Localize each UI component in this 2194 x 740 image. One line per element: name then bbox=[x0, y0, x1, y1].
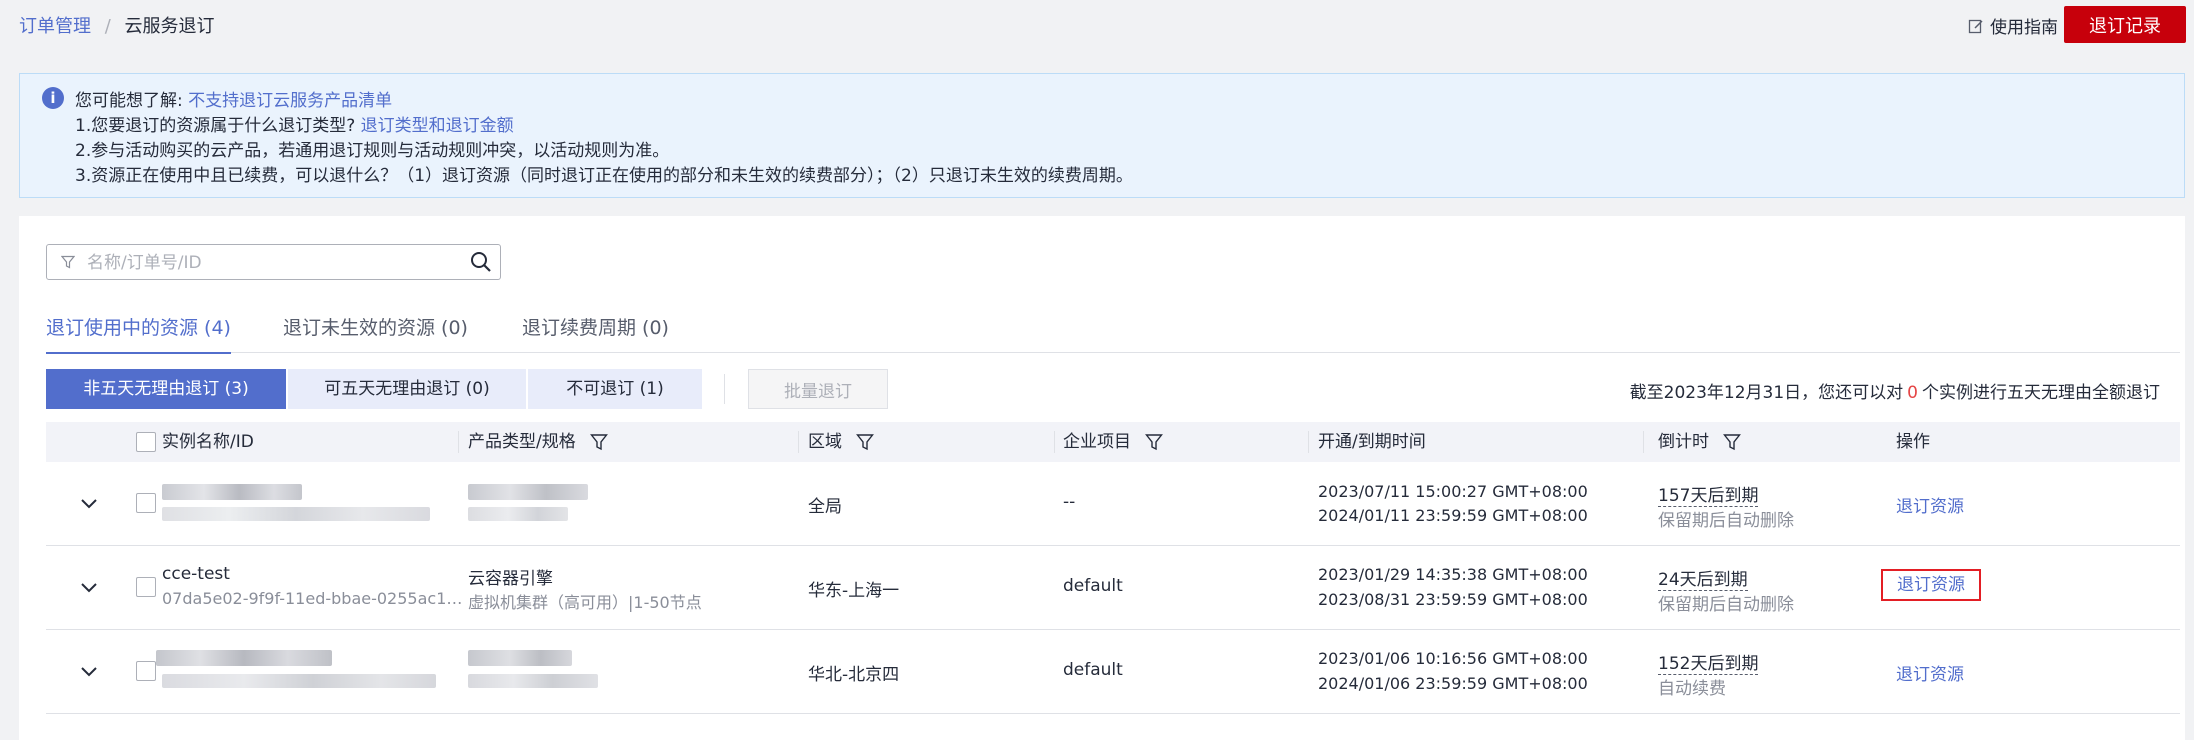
tab-renewal-periods[interactable]: 退订续费周期 (0) bbox=[522, 308, 669, 352]
table-header: 实例名称/ID 产品类型/规格 区域 企业项目 开通/到期时间 倒计时 操作 bbox=[46, 422, 2180, 462]
col-enterprise-project: 企业项目 bbox=[1063, 422, 1163, 462]
chevron-down-icon[interactable] bbox=[79, 661, 99, 681]
countdown-note: 保留期后自动删除 bbox=[1658, 511, 1794, 531]
breadcrumb-order-management[interactable]: 订单管理 bbox=[19, 16, 91, 37]
col-region: 区域 bbox=[808, 422, 874, 462]
filter-icon[interactable] bbox=[856, 433, 874, 451]
start-time: 2023/01/29 14:35:38 GMT+08:00 bbox=[1318, 565, 1588, 584]
info-banner: i 您可能想了解: 不支持退订云服务产品清单 1.您要退订的资源属于什么退订类型… bbox=[19, 73, 2185, 198]
region: 全局 bbox=[808, 497, 842, 517]
blurred-product-spec bbox=[468, 674, 598, 688]
header-separator bbox=[1054, 431, 1055, 453]
unsupported-products-link[interactable]: 不支持退订云服务产品清单 bbox=[188, 91, 392, 111]
header-separator bbox=[458, 431, 459, 453]
unsubscribe-records-button[interactable]: 退订记录 bbox=[2064, 6, 2186, 43]
blurred-product-type bbox=[468, 650, 572, 666]
breadcrumb-current: 云服务退订 bbox=[124, 16, 215, 37]
col-actions: 操作 bbox=[1896, 432, 1930, 452]
segment-non-five-day[interactable]: 非五天无理由退订 (3) bbox=[46, 369, 286, 409]
breadcrumb-separator: / bbox=[104, 16, 111, 37]
end-time: 2023/08/31 23:59:59 GMT+08:00 bbox=[1318, 590, 1588, 609]
main-card: 退订使用中的资源 (4) 退订未生效的资源 (0) 退订续费周期 (0) 非五天… bbox=[19, 216, 2185, 740]
select-all-checkbox[interactable] bbox=[136, 432, 156, 452]
row-checkbox[interactable] bbox=[136, 661, 156, 681]
enterprise-project: -- bbox=[1063, 492, 1076, 512]
search-input[interactable] bbox=[85, 249, 459, 277]
chevron-down-icon[interactable] bbox=[79, 493, 99, 513]
enterprise-project: default bbox=[1063, 660, 1123, 680]
unsubscribe-resource-link[interactable]: 退订资源 bbox=[1896, 492, 1964, 517]
chevron-down-icon[interactable] bbox=[79, 577, 99, 597]
countdown-note: 自动续费 bbox=[1658, 679, 1726, 699]
blurred-instance-id bbox=[162, 674, 436, 688]
unsubscribe-types-link[interactable]: 退订类型和退订金额 bbox=[361, 116, 514, 136]
notice-suffix: 个实例进行五天无理由全额退订 bbox=[1922, 383, 2160, 403]
countdown-note: 保留期后自动删除 bbox=[1658, 595, 1794, 615]
col-instance: 实例名称/ID bbox=[162, 432, 254, 452]
instance-name: cce-test bbox=[162, 564, 230, 584]
end-time: 2024/01/11 23:59:59 GMT+08:00 bbox=[1318, 506, 1588, 525]
product-type: 云容器引擎 bbox=[468, 569, 553, 589]
notice-prefix: 截至2023年12月31日，您还可以对 bbox=[1629, 383, 1904, 403]
countdown: 152天后到期 bbox=[1658, 654, 1759, 675]
usage-guide-link[interactable]: 使用指南 bbox=[1968, 13, 2058, 38]
col-product: 产品类型/规格 bbox=[468, 422, 608, 462]
region: 华东-上海一 bbox=[808, 581, 900, 601]
col-countdown: 倒计时 bbox=[1658, 422, 1741, 462]
table-row: cce-test 07da5e02-9f9f-11ed-bbae-0255ac1… bbox=[46, 546, 2180, 630]
banner-line-2: 2.参与活动购买的云产品，若通用退订规则与活动规则冲突，以活动规则为准。 bbox=[75, 141, 670, 161]
filter-icon[interactable] bbox=[589, 433, 608, 451]
blurred-instance-name bbox=[162, 484, 302, 500]
start-time: 2023/07/11 15:00:27 GMT+08:00 bbox=[1318, 482, 1588, 501]
blurred-product-type bbox=[468, 484, 588, 500]
info-icon: i bbox=[42, 87, 64, 109]
banner-line-3: 3.资源正在使用中且已续费，可以退什么？（1）退订资源（同时退订正在使用的部分和… bbox=[75, 166, 1133, 186]
countdown: 157天后到期 bbox=[1658, 486, 1759, 507]
region: 华北-北京四 bbox=[808, 665, 900, 685]
segment-five-day[interactable]: 可五天无理由退订 (0) bbox=[288, 369, 526, 409]
breadcrumb: 订单管理 / 云服务退订 bbox=[19, 12, 215, 38]
search-icon[interactable] bbox=[470, 251, 492, 273]
notice-count: 0 bbox=[1907, 383, 1918, 403]
top-bar: 订单管理 / 云服务退订 使用指南 退订记录 bbox=[0, 0, 2194, 50]
segment-divider bbox=[724, 374, 725, 404]
resource-tabs: 退订使用中的资源 (4) 退订未生效的资源 (0) 退订续费周期 (0) bbox=[46, 308, 2180, 354]
unsubscribe-resource-link[interactable]: 退订资源 bbox=[1896, 660, 1964, 685]
filter-icon[interactable] bbox=[1723, 433, 1741, 451]
unsubscribe-resource-link[interactable]: 退订资源 bbox=[1881, 569, 1981, 601]
segment-non-refundable[interactable]: 不可退订 (1) bbox=[528, 369, 702, 409]
enterprise-project: default bbox=[1063, 576, 1123, 596]
product-spec: 虚拟机集群（高可用）|1-50节点 bbox=[468, 593, 702, 612]
countdown: 24天后到期 bbox=[1658, 570, 1748, 591]
table-row: 华北-北京四 default 2023/01/06 10:16:56 GMT+0… bbox=[46, 630, 2180, 714]
start-time: 2023/01/06 10:16:56 GMT+08:00 bbox=[1318, 649, 1588, 668]
row-checkbox[interactable] bbox=[136, 577, 156, 597]
banner-intro-text: 您可能想了解: bbox=[75, 91, 183, 111]
blurred-instance-name bbox=[156, 650, 332, 666]
tab-inactive-resources[interactable]: 退订未生效的资源 (0) bbox=[283, 308, 468, 352]
instance-id: 07da5e02-9f9f-11ed-bbae-0255ac1… bbox=[162, 589, 463, 608]
banner-line-1-text: 1.您要退订的资源属于什么退订类型? bbox=[75, 116, 356, 136]
blurred-product-spec bbox=[468, 507, 568, 521]
end-time: 2024/01/06 23:59:59 GMT+08:00 bbox=[1318, 674, 1588, 693]
blurred-instance-id bbox=[162, 507, 430, 521]
tab-in-use-resources[interactable]: 退订使用中的资源 (4) bbox=[46, 308, 231, 354]
usage-guide-label: 使用指南 bbox=[1990, 18, 2058, 38]
edit-doc-icon bbox=[1968, 19, 1983, 33]
header-separator bbox=[1643, 431, 1644, 453]
banner-line-1: 1.您要退订的资源属于什么退订类型? 退订类型和退订金额 bbox=[75, 111, 514, 136]
five-day-notice: 截至2023年12月31日，您还可以对 0 个实例进行五天无理由全额退订 bbox=[1630, 378, 2160, 403]
row-checkbox[interactable] bbox=[136, 493, 156, 513]
table-row: 全局 -- 2023/07/11 15:00:27 GMT+08:00 2024… bbox=[46, 462, 2180, 546]
filter-icon bbox=[61, 255, 75, 269]
banner-intro: 您可能想了解: 不支持退订云服务产品清单 bbox=[75, 86, 392, 111]
search-box bbox=[46, 244, 501, 280]
col-start-end-time: 开通/到期时间 bbox=[1318, 432, 1426, 452]
header-separator bbox=[798, 431, 799, 453]
filter-icon[interactable] bbox=[1145, 433, 1163, 451]
header-separator bbox=[1308, 431, 1309, 453]
batch-unsubscribe-button[interactable]: 批量退订 bbox=[748, 369, 888, 409]
